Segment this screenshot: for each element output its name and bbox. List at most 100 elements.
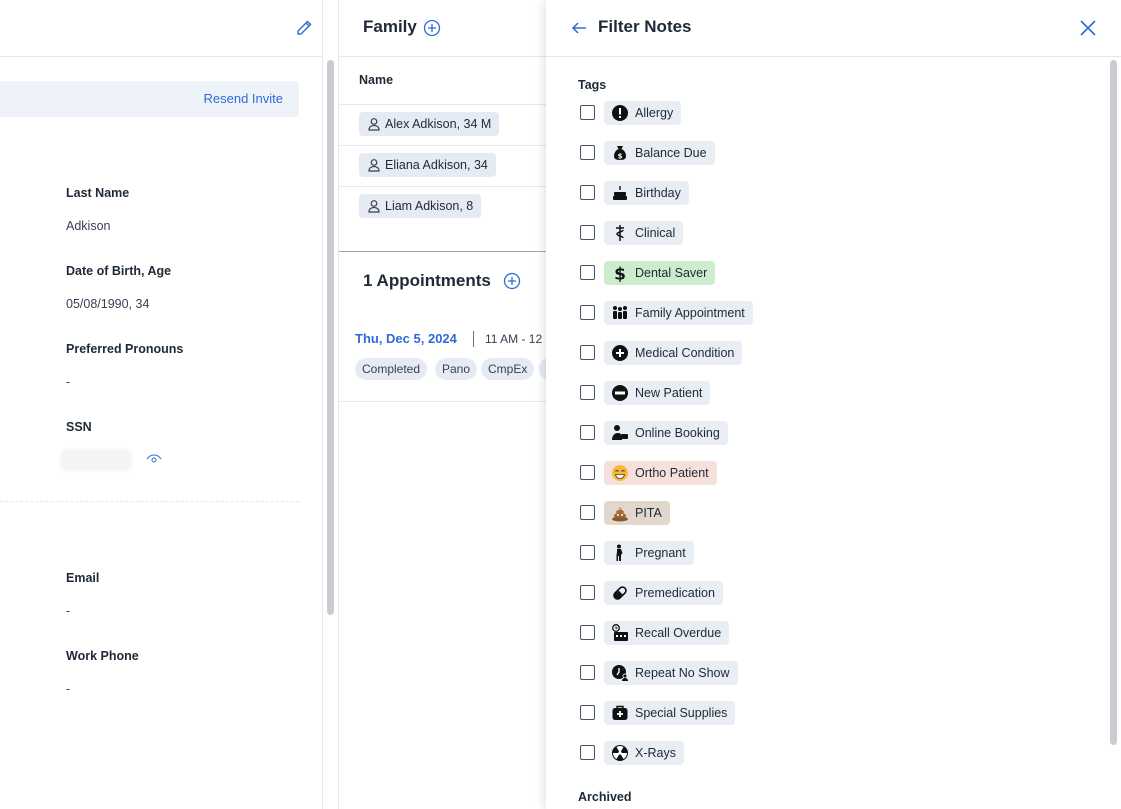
family-member-chip[interactable]: Alex Adkison, 34 M bbox=[359, 112, 500, 136]
tag-label: Family Appointment bbox=[635, 306, 745, 320]
name-column-header[interactable]: Name bbox=[359, 73, 393, 87]
checkbox[interactable] bbox=[580, 705, 595, 720]
person-icon bbox=[368, 159, 380, 172]
checkbox[interactable] bbox=[580, 305, 595, 320]
tag-row-online-booking: Online Booking bbox=[580, 421, 1030, 445]
checkbox[interactable] bbox=[580, 745, 595, 760]
tag-chip[interactable]: Pregnant bbox=[604, 541, 694, 565]
add-family-icon[interactable] bbox=[423, 19, 441, 37]
profile-header bbox=[0, 0, 322, 57]
filter-header: Filter Notes bbox=[546, 0, 1121, 57]
tag-row-family-appointment: Family Appointment bbox=[580, 301, 1030, 325]
checkbox[interactable] bbox=[580, 545, 595, 560]
tag-chip[interactable]: Premedication bbox=[604, 581, 723, 605]
checkbox[interactable] bbox=[580, 225, 595, 240]
appointments-title: 1 Appointments bbox=[363, 271, 491, 290]
add-appointment-icon[interactable] bbox=[503, 272, 521, 290]
pencil-edit-icon[interactable] bbox=[294, 18, 314, 38]
checkbox[interactable] bbox=[580, 105, 595, 120]
archived-section-label: Archived bbox=[578, 790, 632, 804]
svg-text:$: $ bbox=[618, 153, 623, 161]
tag-label: Clinical bbox=[635, 226, 676, 240]
plus-circle-icon bbox=[612, 345, 628, 361]
tag-row-pregnant: Pregnant bbox=[580, 541, 1030, 565]
pill-icon bbox=[613, 586, 627, 600]
checkbox[interactable] bbox=[580, 665, 595, 680]
appointment-status-pill: Completed bbox=[355, 358, 428, 380]
checkbox[interactable] bbox=[580, 185, 595, 200]
tag-row-dental-saver: $ Dental Saver bbox=[580, 261, 1030, 285]
checkbox[interactable] bbox=[580, 465, 595, 480]
tag-chip[interactable]: Special Supplies bbox=[604, 701, 736, 725]
tag-label: Pregnant bbox=[635, 546, 686, 560]
tag-chip[interactable]: Ortho Patient bbox=[604, 461, 717, 485]
filter-scrollbar[interactable] bbox=[1110, 60, 1117, 745]
checkbox[interactable] bbox=[580, 625, 595, 640]
app-window: Resend Invite Last Name Adkison Date of … bbox=[0, 0, 1121, 809]
eye-icon[interactable] bbox=[146, 453, 162, 465]
work-phone-label: Work Phone bbox=[66, 649, 139, 663]
tag-chip[interactable]: Recall Overdue bbox=[604, 621, 730, 645]
arrow-left-icon[interactable] bbox=[570, 19, 588, 37]
family-member-name: Eliana Adkison, 34 bbox=[385, 158, 488, 172]
filter-title: Filter Notes bbox=[598, 17, 692, 36]
tag-label: Birthday bbox=[635, 186, 681, 200]
checkbox[interactable] bbox=[580, 585, 595, 600]
checkbox[interactable] bbox=[580, 345, 595, 360]
profile-scrollbar[interactable] bbox=[327, 60, 334, 615]
tag-label: Special Supplies bbox=[635, 706, 728, 720]
tag-chip[interactable]: Online Booking bbox=[604, 421, 728, 445]
svg-text:$: $ bbox=[614, 265, 626, 283]
money-bag-icon: $ bbox=[614, 146, 626, 161]
resend-invite-link[interactable]: Resend Invite bbox=[204, 91, 284, 106]
family-header: Family bbox=[339, 0, 548, 57]
family-member-name: Alex Adkison, 34 M bbox=[385, 117, 492, 131]
checkbox[interactable] bbox=[580, 385, 595, 400]
tag-chip[interactable]: Allergy bbox=[604, 101, 682, 125]
close-icon[interactable] bbox=[1078, 18, 1098, 38]
work-phone-value: - bbox=[66, 682, 71, 696]
poop-emoji-icon bbox=[612, 507, 628, 522]
appointment-time: 11 AM - 12 bbox=[485, 332, 543, 346]
section-divider bbox=[0, 501, 299, 502]
tag-chip[interactable]: PITA bbox=[604, 501, 670, 525]
new-badge-icon bbox=[612, 385, 628, 401]
checkbox[interactable] bbox=[580, 145, 595, 160]
checkbox[interactable] bbox=[580, 505, 595, 520]
tag-chip[interactable]: Medical Condition bbox=[604, 341, 743, 365]
tag-chip[interactable]: $ Dental Saver bbox=[604, 261, 716, 285]
procedure-pill: Pano bbox=[435, 358, 478, 380]
tag-chip[interactable]: Clinical bbox=[604, 221, 684, 245]
tags-section-label: Tags bbox=[578, 78, 607, 92]
tag-label: Recall Overdue bbox=[635, 626, 722, 640]
dob-value: 05/08/1990, 34 bbox=[66, 297, 150, 311]
tag-chip[interactable]: Birthday bbox=[604, 181, 689, 205]
tag-chip[interactable]: New Patient bbox=[604, 381, 711, 405]
appointment-date-link[interactable]: Thu, Dec 5, 2024 bbox=[355, 331, 457, 346]
email-value: - bbox=[66, 604, 71, 618]
pronouns-value: - bbox=[66, 375, 71, 389]
dollar-icon: $ bbox=[614, 265, 626, 283]
tag-chip[interactable]: Repeat No Show bbox=[604, 661, 738, 685]
family-member-chip[interactable]: Liam Adkison, 8 bbox=[359, 194, 482, 218]
tag-chip[interactable]: X-Rays bbox=[604, 741, 684, 765]
tag-label: Premedication bbox=[635, 586, 715, 600]
checkbox[interactable] bbox=[580, 265, 595, 280]
tag-row-medical-condition: Medical Condition bbox=[580, 341, 1030, 365]
grin-emoji-icon bbox=[612, 465, 628, 481]
appointments-section: 1 Appointments Thu, Dec 5, 2024 11 AM - … bbox=[339, 251, 548, 402]
tag-label: X-Rays bbox=[635, 746, 676, 760]
invite-row: Resend Invite bbox=[0, 81, 299, 117]
tag-row-clinical: Clinical bbox=[580, 221, 1030, 245]
checkbox[interactable] bbox=[580, 425, 595, 440]
family-panel: Family Name Alex Adkison, 34 M Eliana Ad… bbox=[338, 0, 548, 809]
dob-label: Date of Birth, Age bbox=[66, 264, 172, 278]
tag-label: Dental Saver bbox=[635, 266, 708, 280]
tag-chip[interactable]: $ Balance Due bbox=[604, 141, 715, 165]
tag-label: New Patient bbox=[635, 386, 703, 400]
person-icon bbox=[368, 200, 380, 213]
tag-chip[interactable]: Family Appointment bbox=[604, 301, 753, 325]
tag-row-allergy: Allergy bbox=[580, 101, 1030, 125]
tag-row-x-rays: X-Rays bbox=[580, 741, 1030, 765]
family-member-chip[interactable]: Eliana Adkison, 34 bbox=[359, 153, 496, 177]
